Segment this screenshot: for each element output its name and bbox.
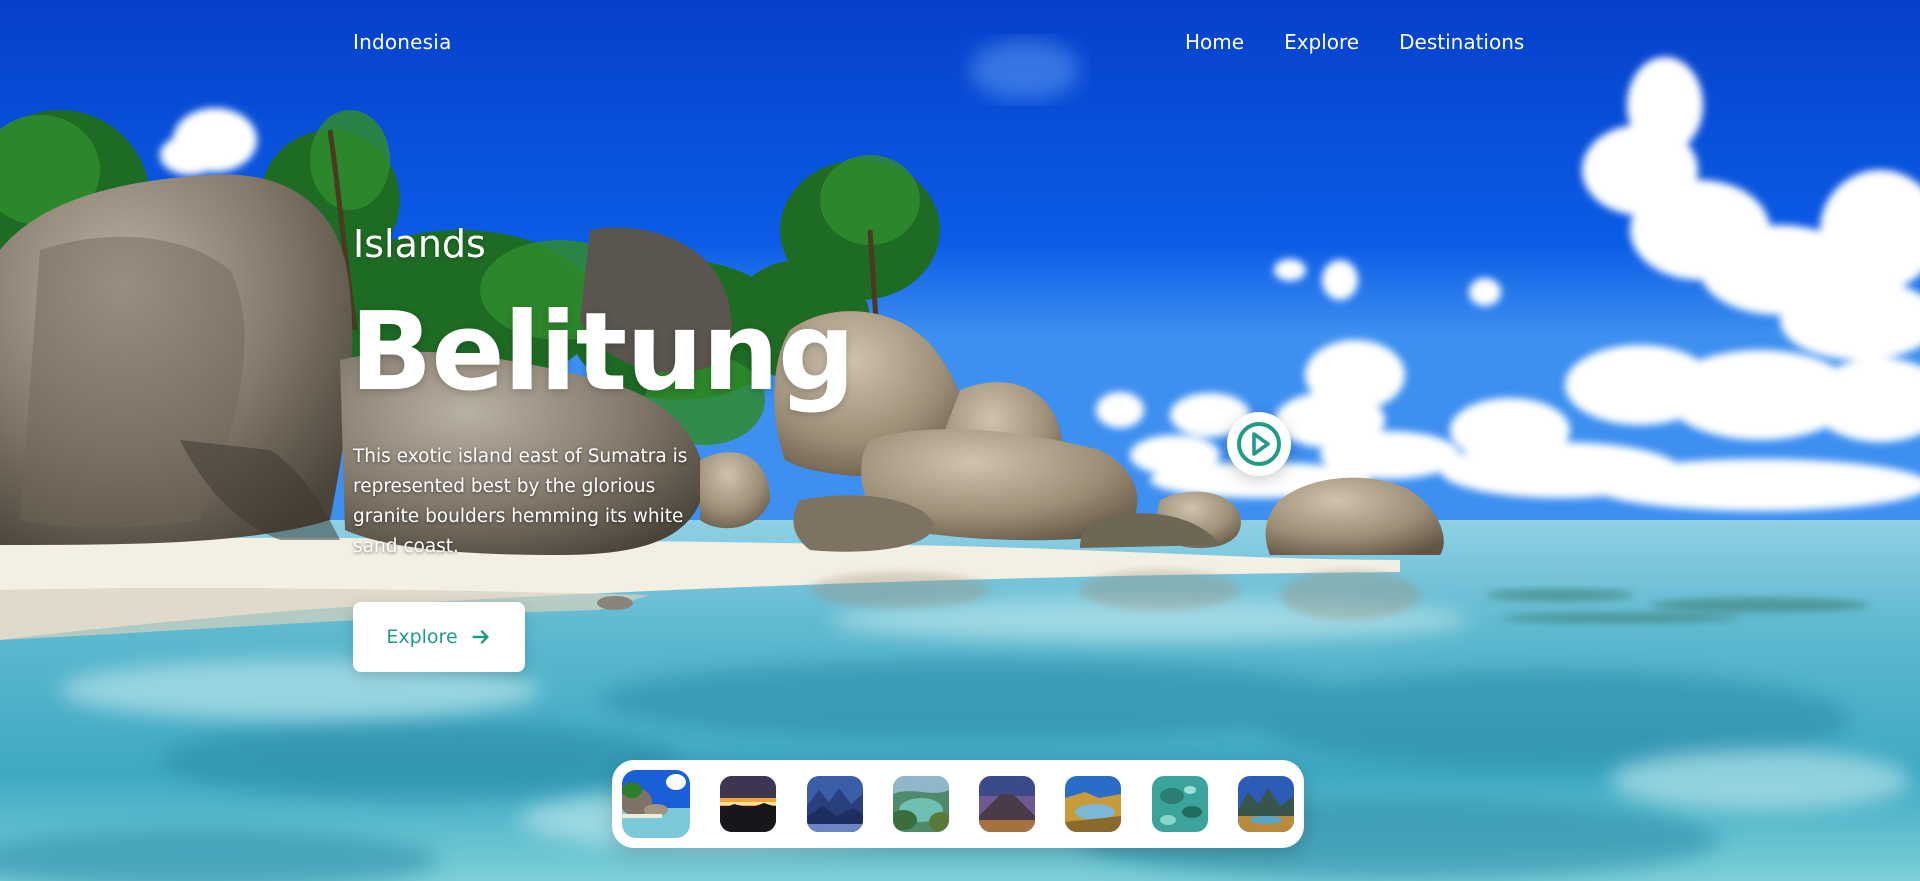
hero-category: Islands [353,222,486,266]
brand-logo-link[interactable]: Indonesia [353,30,452,54]
hero-description: This exotic island east of Sumatra is re… [353,446,688,557]
play-video-button[interactable] [1227,412,1291,476]
play-circle-icon [1237,422,1281,466]
thumbnail-beach-boulders[interactable] [622,770,690,838]
thumbnail-golden-bay[interactable] [1065,776,1122,832]
explore-button[interactable]: Explore [353,602,525,672]
arrow-right-icon [470,626,492,648]
thumbnail-sunset-silhouette[interactable] [720,776,777,832]
thumbnail-purple-volcano[interactable] [979,776,1036,832]
main-navigation: Home Explore Destinations [1185,30,1524,54]
nav-link-explore[interactable]: Explore [1284,30,1359,54]
hero-title: Belitung [350,290,855,415]
explore-button-label: Explore [386,626,458,648]
destination-thumbnails [612,760,1304,848]
thumbnail-turquoise-reef[interactable] [1151,776,1208,832]
thumbnail-green-lagoon[interactable] [892,776,949,832]
nav-link-destinations[interactable]: Destinations [1399,30,1524,54]
nav-link-home[interactable]: Home [1185,30,1244,54]
thumbnail-island-peaks[interactable] [1237,776,1294,832]
thumbnail-blue-mountains[interactable] [806,776,863,832]
hero-background-image [0,0,1920,881]
